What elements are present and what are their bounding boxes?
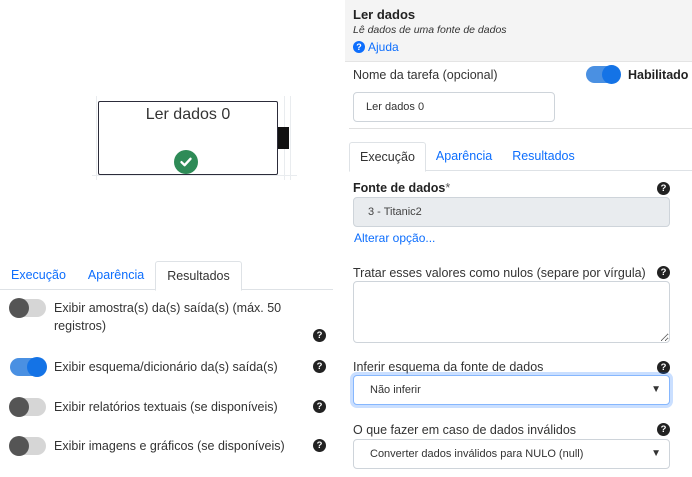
question-circle-icon: ? <box>353 41 365 53</box>
toggle-label: Exibir imagens e gráficos (se disponívei… <box>54 439 285 453</box>
tab-resultados[interactable]: Resultados <box>155 261 242 291</box>
toggle-label: Exibir relatórios textuais (se disponíve… <box>54 400 278 414</box>
panel-subtitle: Lê dados de uma fonte de dados <box>353 24 507 36</box>
workflow-canvas[interactable]: Ler dados 0 <box>0 0 345 255</box>
grid-line <box>92 175 297 176</box>
toggle-label: Exibir amostra(s) da(s) saída(s) (máx. 5… <box>54 301 282 333</box>
help-icon[interactable]: ? <box>313 439 326 452</box>
toggle-text-reports[interactable] <box>9 397 46 417</box>
toggle-row-schema: Exibir esquema/dicionário da(s) saída(s)… <box>10 357 328 377</box>
tab-aparencia[interactable]: Aparência <box>426 142 502 170</box>
tab-execucao[interactable]: Execução <box>349 142 426 172</box>
task-node-title: Ler dados 0 <box>145 106 231 123</box>
help-icon[interactable]: ? <box>657 361 670 374</box>
help-icon[interactable]: ? <box>313 360 326 373</box>
null-values-label: Tratar esses valores como nulos (separe … <box>353 266 646 280</box>
data-source-label: Fonte de dados* <box>353 181 451 195</box>
properties-panel: Ler dados Lê dados de uma fonte de dados… <box>345 0 692 477</box>
toggle-row-text-reports: Exibir relatórios textuais (se disponíve… <box>9 397 328 417</box>
grid-line <box>96 96 97 180</box>
task-name-label: Nome da tarefa (opcional) <box>353 68 498 82</box>
toggle-row-images: Exibir imagens e gráficos (se disponívei… <box>9 436 328 456</box>
select-value: Converter dados inválidos para NULO (nul… <box>370 448 584 460</box>
results-panel: Execução Aparência Resultados Exibir amo… <box>0 261 333 477</box>
properties-header: Ler dados Lê dados de uma fonte de dados… <box>345 0 692 62</box>
task-name-input[interactable] <box>353 92 555 122</box>
toggle-sample-output[interactable] <box>9 298 46 318</box>
invalid-data-select[interactable]: Converter dados inválidos para NULO (nul… <box>353 439 670 469</box>
invalid-data-label: O que fazer em caso de dados inválidos <box>353 423 577 437</box>
data-source-field: 3 - Titanic2 <box>353 197 670 227</box>
enabled-toggle[interactable] <box>586 65 621 84</box>
help-icon[interactable]: ? <box>313 400 326 413</box>
check-circle-icon <box>174 150 198 174</box>
infer-schema-select[interactable]: Não inferir ▼ <box>353 375 670 405</box>
properties-tabs: Execução Aparência Resultados <box>349 142 692 172</box>
caret-down-icon: ▼ <box>651 384 661 395</box>
toggle-label: Exibir esquema/dicionário da(s) saída(s) <box>54 360 278 374</box>
output-port[interactable] <box>278 127 289 149</box>
tab-resultados[interactable]: Resultados <box>502 142 585 170</box>
tab-execucao[interactable]: Execução <box>0 261 77 289</box>
help-icon[interactable]: ? <box>657 182 670 195</box>
help-link[interactable]: ? Ajuda <box>353 40 399 54</box>
task-node-read-data[interactable]: Ler dados 0 <box>98 101 278 175</box>
help-link-label: Ajuda <box>368 40 399 54</box>
select-value: Não inferir <box>370 384 421 396</box>
required-mark: * <box>445 181 451 195</box>
toggle-images-charts[interactable] <box>9 436 46 456</box>
help-icon[interactable]: ? <box>313 329 326 342</box>
toggle-row-sample: Exibir amostra(s) da(s) saída(s) (máx. 5… <box>9 298 328 349</box>
results-tabs: Execução Aparência Resultados <box>0 261 333 291</box>
change-option-link[interactable]: Alterar opção... <box>354 231 435 245</box>
toggle-schema-output[interactable] <box>10 357 47 377</box>
tab-aparencia[interactable]: Aparência <box>77 261 155 289</box>
caret-down-icon: ▼ <box>651 448 661 459</box>
panel-title: Ler dados <box>353 7 416 22</box>
help-icon[interactable]: ? <box>657 266 670 279</box>
grid-line <box>290 96 291 180</box>
enabled-label: Habilitado <box>628 68 689 82</box>
infer-schema-label: Inferir esquema da fonte de dados <box>353 360 544 374</box>
help-icon[interactable]: ? <box>657 423 670 436</box>
null-values-textarea[interactable] <box>353 281 670 343</box>
